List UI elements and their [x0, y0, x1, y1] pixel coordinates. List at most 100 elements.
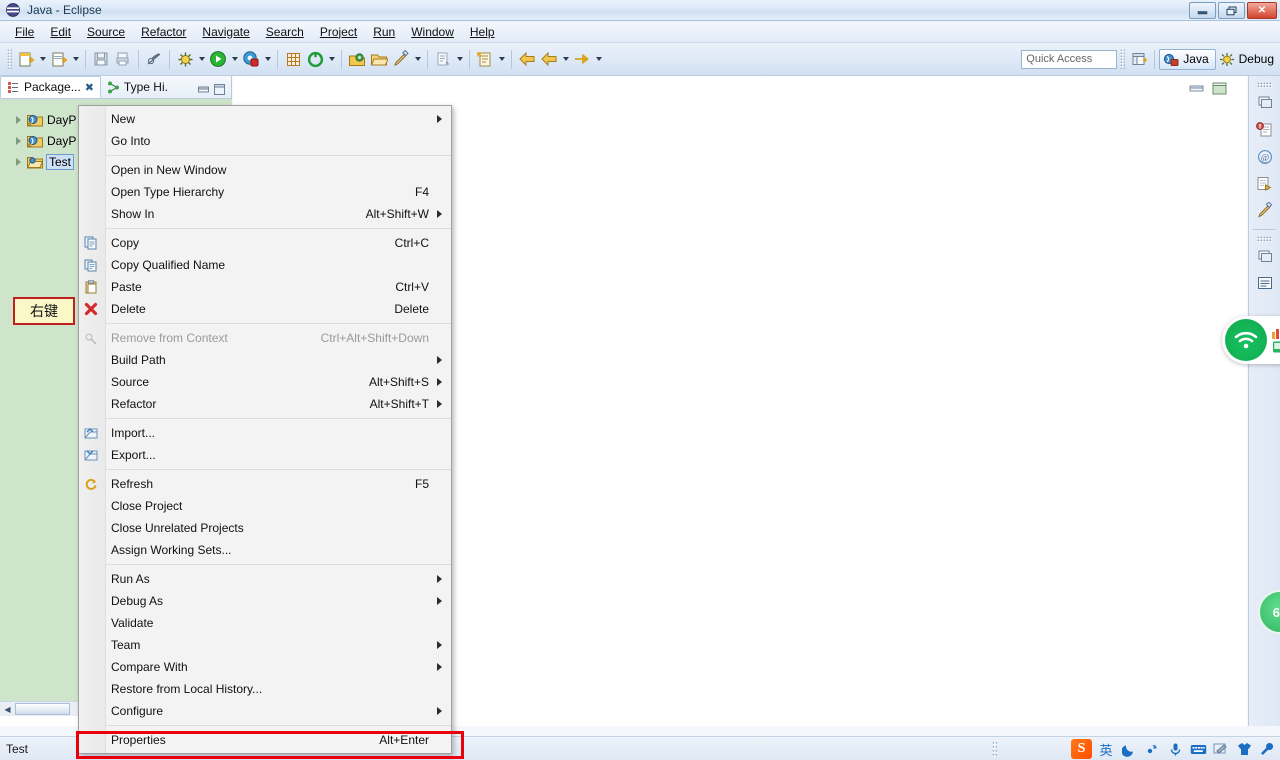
debug-icon[interactable]	[174, 48, 196, 70]
menu-item-refactor[interactable]: Refactor Alt+Shift+T	[79, 393, 451, 415]
declaration-icon[interactable]	[1253, 171, 1277, 196]
sound-icon[interactable]	[1143, 740, 1161, 758]
menu-item-team[interactable]: Team	[79, 634, 451, 656]
external-tools-dropdown-arrow[interactable]	[326, 48, 337, 70]
menu-project[interactable]: Project	[313, 23, 364, 41]
run-coverage-dropdown-arrow[interactable]	[262, 48, 273, 70]
open-task-icon[interactable]	[368, 48, 390, 70]
menu-item-configure[interactable]: Configure	[79, 700, 451, 722]
menu-run[interactable]: Run	[366, 23, 402, 41]
fast-view-grip-2[interactable]	[1257, 236, 1272, 242]
wifi-share-widget[interactable]	[1222, 316, 1280, 364]
open-perspective-icon[interactable]	[1128, 48, 1150, 70]
menu-item-show-in[interactable]: Show In Alt+Shift+W	[79, 203, 451, 225]
keyboard-icon[interactable]	[1189, 740, 1207, 758]
menu-item-import[interactable]: Import...	[79, 422, 451, 444]
menu-edit[interactable]: Edit	[43, 23, 78, 41]
menu-item-go-into[interactable]: Go Into	[79, 130, 451, 152]
menu-item-compare-with[interactable]: Compare With	[79, 656, 451, 678]
menu-item-close-unrelated-projects[interactable]: Close Unrelated Projects	[79, 517, 451, 539]
expand-arrow-icon[interactable]	[14, 115, 23, 124]
sogou-logo-icon[interactable]: S	[1071, 739, 1092, 759]
minimize-button[interactable]	[1189, 2, 1216, 19]
handwriting-icon[interactable]	[1212, 740, 1230, 758]
perspective-debug-button[interactable]: Debug	[1216, 50, 1280, 69]
run-coverage-icon[interactable]	[240, 48, 262, 70]
quick-access-input[interactable]: Quick Access	[1021, 49, 1118, 69]
problems-icon[interactable]	[1253, 117, 1277, 142]
javadoc-icon[interactable]: @	[1253, 144, 1277, 169]
run-icon[interactable]	[207, 48, 229, 70]
pin-editor-icon[interactable]	[571, 48, 593, 70]
skin-icon[interactable]	[1235, 740, 1253, 758]
menu-item-open-type-hierarchy[interactable]: Open Type Hierarchy F4	[79, 181, 451, 203]
external-tools-icon[interactable]	[304, 48, 326, 70]
perspective-grip[interactable]	[1120, 49, 1126, 69]
expand-arrow-icon[interactable]	[14, 136, 23, 145]
fast-view-grip[interactable]	[1257, 82, 1272, 88]
status-bar-grip[interactable]	[992, 741, 997, 757]
view-tab-type-hierarchy[interactable]: Type Hi.	[101, 76, 174, 98]
back-icon[interactable]	[516, 48, 538, 70]
menu-item-debug-as[interactable]: Debug As	[79, 590, 451, 612]
menu-window[interactable]: Window	[404, 23, 461, 41]
moon-icon[interactable]	[1120, 740, 1138, 758]
debug-dropdown-arrow[interactable]	[196, 48, 207, 70]
menu-item-paste[interactable]: Paste Ctrl+V	[79, 276, 451, 298]
menu-help[interactable]: Help	[463, 23, 502, 41]
menu-item-assign-working-sets[interactable]: Assign Working Sets...	[79, 539, 451, 561]
toolbox-icon[interactable]	[1258, 740, 1276, 758]
restore-icon[interactable]	[1253, 244, 1277, 269]
menu-item-refresh[interactable]: Refresh F5	[79, 473, 451, 495]
next-annotation-dropdown-arrow[interactable]	[454, 48, 465, 70]
toolbar-grip[interactable]	[7, 49, 12, 69]
menu-item-source[interactable]: Source Alt+Shift+S	[79, 371, 451, 393]
menu-item-new[interactable]: New	[79, 108, 451, 130]
new-java-project-icon[interactable]	[48, 48, 70, 70]
minimize-view-icon[interactable]	[197, 83, 210, 96]
pin-editor-dropdown-arrow[interactable]	[593, 48, 604, 70]
menu-item-validate[interactable]: Validate	[79, 612, 451, 634]
new-java-class-icon[interactable]	[282, 48, 304, 70]
menu-item-copy[interactable]: Copy Ctrl+C	[79, 232, 451, 254]
menu-item-close-project[interactable]: Close Project	[79, 495, 451, 517]
menu-item-run-as[interactable]: Run As	[79, 568, 451, 590]
perspective-java-button[interactable]: Java	[1159, 48, 1216, 70]
search-results-icon[interactable]	[1253, 198, 1277, 223]
menu-item-build-path[interactable]: Build Path	[79, 349, 451, 371]
input-mode-chinese-icon[interactable]: 英	[1097, 740, 1115, 758]
menu-search[interactable]: Search	[259, 23, 311, 41]
menu-source[interactable]: Source	[80, 23, 132, 41]
menu-item-export[interactable]: Export...	[79, 444, 451, 466]
menu-refactor[interactable]: Refactor	[134, 23, 193, 41]
search-dropdown-arrow[interactable]	[412, 48, 423, 70]
new-wizard-icon[interactable]	[15, 48, 37, 70]
hscroll-thumb[interactable]	[15, 703, 70, 715]
expand-arrow-icon[interactable]	[14, 157, 23, 166]
toggle-mark-occurrences-icon[interactable]	[143, 48, 165, 70]
next-annotation-icon[interactable]	[432, 48, 454, 70]
restore-editor-icon[interactable]	[1189, 82, 1204, 95]
console-icon[interactable]	[1253, 271, 1277, 296]
menu-item-delete[interactable]: Delete Delete	[79, 298, 451, 320]
save-icon[interactable]	[90, 48, 112, 70]
menu-item-properties[interactable]: Properties Alt+Enter	[79, 729, 451, 751]
close-icon[interactable]: ✖	[85, 81, 94, 94]
menu-file[interactable]: File	[8, 23, 41, 41]
view-tab-package-explorer[interactable]: Package... ✖	[0, 76, 101, 98]
microphone-icon[interactable]	[1166, 740, 1184, 758]
context-menu[interactable]: New Go Into Open in New Window Open Type…	[78, 105, 452, 754]
restore-button[interactable]	[1218, 2, 1245, 19]
forward-icon[interactable]	[538, 48, 560, 70]
menu-navigate[interactable]: Navigate	[195, 23, 256, 41]
maximize-view-icon[interactable]	[213, 83, 226, 96]
menu-item-open-in-new-window[interactable]: Open in New Window	[79, 159, 451, 181]
maximize-editor-icon[interactable]	[1212, 82, 1227, 95]
menu-item-copy-qualified-name[interactable]: Copy Qualified Name	[79, 254, 451, 276]
scroll-left-arrow-icon[interactable]: ◀	[0, 702, 15, 716]
previous-edit-location-icon[interactable]	[474, 48, 496, 70]
search-icon[interactable]	[390, 48, 412, 70]
close-button[interactable]: ✕	[1247, 2, 1277, 19]
print-icon[interactable]	[112, 48, 134, 70]
new-java-project-dropdown-arrow[interactable]	[70, 48, 81, 70]
